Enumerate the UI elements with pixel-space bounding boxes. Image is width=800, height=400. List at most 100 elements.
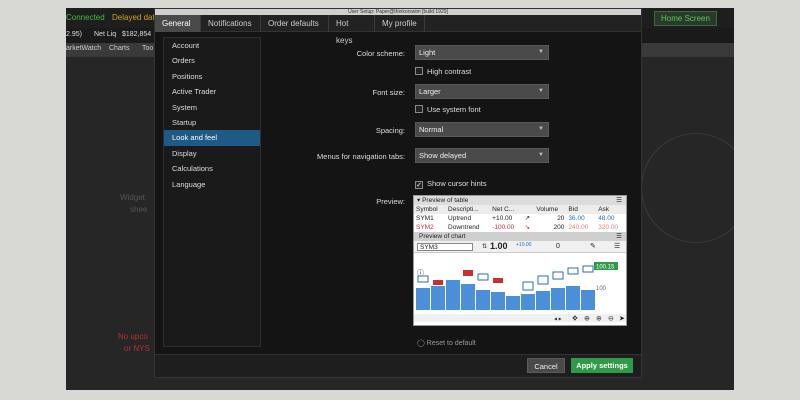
scroll-arrows-icon: ◂ ▸: [554, 317, 562, 323]
draw-icon[interactable]: ✎: [590, 242, 596, 250]
sidebar-item-display[interactable]: Display: [164, 146, 260, 161]
spacing-value: Normal: [419, 125, 444, 134]
row-description: Downtrend: [448, 224, 480, 231]
sidebar-item-system[interactable]: System: [164, 100, 260, 115]
reset-default-option[interactable]: ◯ Reset to default: [417, 339, 476, 347]
chart-zero: 0: [556, 243, 560, 250]
volume-bar: [431, 286, 445, 310]
tab-notifications[interactable]: Notifications: [201, 15, 261, 32]
preview-table: Symbol Descripti... Net C... Volume Bid …: [414, 205, 626, 232]
col-net-change[interactable]: Net C...: [490, 205, 523, 214]
row-symbol: SYM1: [416, 215, 434, 222]
chart-quantity: 1.00: [490, 241, 508, 251]
font-size-label: Font size:: [372, 88, 405, 97]
menus-select[interactable]: Show delayed ▼: [415, 148, 549, 163]
tab-charts[interactable]: Charts: [109, 45, 130, 52]
dialog-tabs: General Notifications Order defaults Hot…: [155, 15, 641, 45]
net-liq-value: $182,854: [122, 31, 152, 38]
volume-bar: [416, 288, 430, 310]
col-ask[interactable]: Ask: [596, 205, 626, 214]
chevron-down-icon: ▼: [538, 152, 544, 158]
settings-sidebar: Account Orders Positions Active Trader S…: [163, 37, 261, 347]
candle: [493, 278, 503, 283]
axis-label: 100: [596, 286, 607, 292]
sidebar-item-calculations[interactable]: Calculations: [164, 161, 260, 176]
home-screen-button[interactable]: Home Screen: [654, 11, 717, 26]
high-contrast-label: High contrast: [427, 67, 472, 76]
col-symbol[interactable]: Symbol: [414, 205, 447, 214]
color-scheme-select[interactable]: Light ▼: [415, 45, 549, 60]
preview-chart: 100.15 100 ◂ ▸ ✥ ⊕ ⊕ ⊖ ➤: [414, 262, 626, 323]
chart-change: +10.00: [516, 242, 532, 248]
high-contrast-checkbox[interactable]: High contrast: [415, 67, 471, 76]
chart-symbol-input[interactable]: SYM3: [417, 243, 473, 251]
no-upcoming-text: No upco: [118, 332, 148, 341]
cancel-button[interactable]: Cancel: [527, 358, 565, 373]
candle: [463, 270, 473, 276]
table-row[interactable]: SYM2 Downtrend -100.00 ↘ 200 240.00 320.…: [414, 223, 626, 232]
tab-hot-keys[interactable]: Hot keys: [329, 15, 375, 45]
row-ask: 48.00: [598, 215, 615, 222]
candle: [582, 265, 594, 273]
font-size-select[interactable]: Larger ▼: [415, 84, 549, 99]
dialog-footer: [155, 354, 641, 377]
price-tag-label: 100.15: [596, 265, 615, 271]
col-bid[interactable]: Bid: [566, 205, 597, 214]
volume-bar: [551, 288, 565, 310]
table-preview-header: ▾ Preview of table ☰: [414, 196, 626, 205]
connected-status: Connected: [66, 13, 105, 22]
candle: [567, 267, 579, 275]
volume-bar: [566, 286, 580, 310]
table-preview-title: Preview of table: [422, 197, 469, 204]
row-bid: 240.00: [568, 224, 589, 231]
row-net-change: +10.00: [492, 215, 513, 222]
row-volume: 20: [557, 215, 565, 222]
sidebar-item-orders[interactable]: Orders: [164, 53, 260, 68]
color-scheme-label: Color scheme:: [356, 49, 405, 58]
font-size-value: Larger: [419, 87, 441, 96]
apply-settings-button[interactable]: Apply settings: [571, 358, 633, 373]
sidebar-item-look-and-feel[interactable]: Look and feel: [164, 130, 260, 146]
sidebar-item-language[interactable]: Language: [164, 177, 260, 192]
candle: [433, 280, 443, 285]
col-volume[interactable]: Volume: [534, 205, 567, 214]
widget-text-2: shee: [130, 205, 148, 214]
chevron-down-icon: ▼: [538, 88, 544, 94]
spacing-label: Spacing:: [375, 126, 405, 135]
menu-icon[interactable]: ☰: [614, 242, 620, 250]
candle: [552, 271, 564, 280]
volume-bar: [461, 284, 475, 310]
checkbox-box: [415, 105, 423, 113]
spacing-select[interactable]: Normal ▼: [415, 122, 549, 137]
tab-my-profile[interactable]: My profile: [375, 15, 425, 32]
table-row[interactable]: SYM1 Uptrend +10.00 ↗ 20 36.00 48.00: [414, 214, 626, 223]
checkmark-icon: ✓: [415, 181, 423, 189]
sidebar-item-positions[interactable]: Positions: [164, 69, 260, 84]
tab-general[interactable]: General: [155, 15, 201, 32]
show-cursor-hints-label: Show cursor hints: [427, 179, 487, 188]
use-system-font-label: Use system font: [427, 105, 481, 114]
menu-icon[interactable]: ☰: [616, 196, 622, 205]
trend-up-icon: ↗: [524, 215, 531, 222]
menus-value: Show delayed: [419, 151, 467, 160]
row-net-change: -100.00: [492, 224, 515, 231]
candle: [522, 281, 534, 291]
no-upcoming-text-2: or NYS: [124, 344, 150, 353]
sidebar-item-account[interactable]: Account: [164, 38, 260, 53]
use-system-font-checkbox[interactable]: Use system font: [415, 105, 481, 114]
crosshair-icon: ⊕: [584, 316, 590, 323]
sidebar-item-startup[interactable]: Startup: [164, 115, 260, 130]
sidebar-item-active-trader[interactable]: Active Trader: [164, 84, 260, 99]
tab-tools[interactable]: Too: [142, 45, 153, 52]
candle: [537, 275, 549, 285]
chevron-down-icon: ▼: [538, 49, 544, 55]
delayed-status: Delayed data: [112, 13, 160, 22]
show-cursor-hints-checkbox[interactable]: ✓ Show cursor hints: [415, 179, 487, 189]
preview-label: Preview:: [376, 197, 405, 206]
col-trend[interactable]: [522, 205, 535, 214]
menu-icon[interactable]: ☰: [616, 232, 622, 241]
chart-toolbar: SYM3 ⇅ 1.00 +10.00 0 ✎ ☰: [414, 241, 626, 253]
tab-order-defaults[interactable]: Order defaults: [261, 15, 329, 32]
col-description[interactable]: Descripti...: [446, 205, 491, 214]
tab-marketwatch[interactable]: arketWatch: [66, 45, 101, 52]
